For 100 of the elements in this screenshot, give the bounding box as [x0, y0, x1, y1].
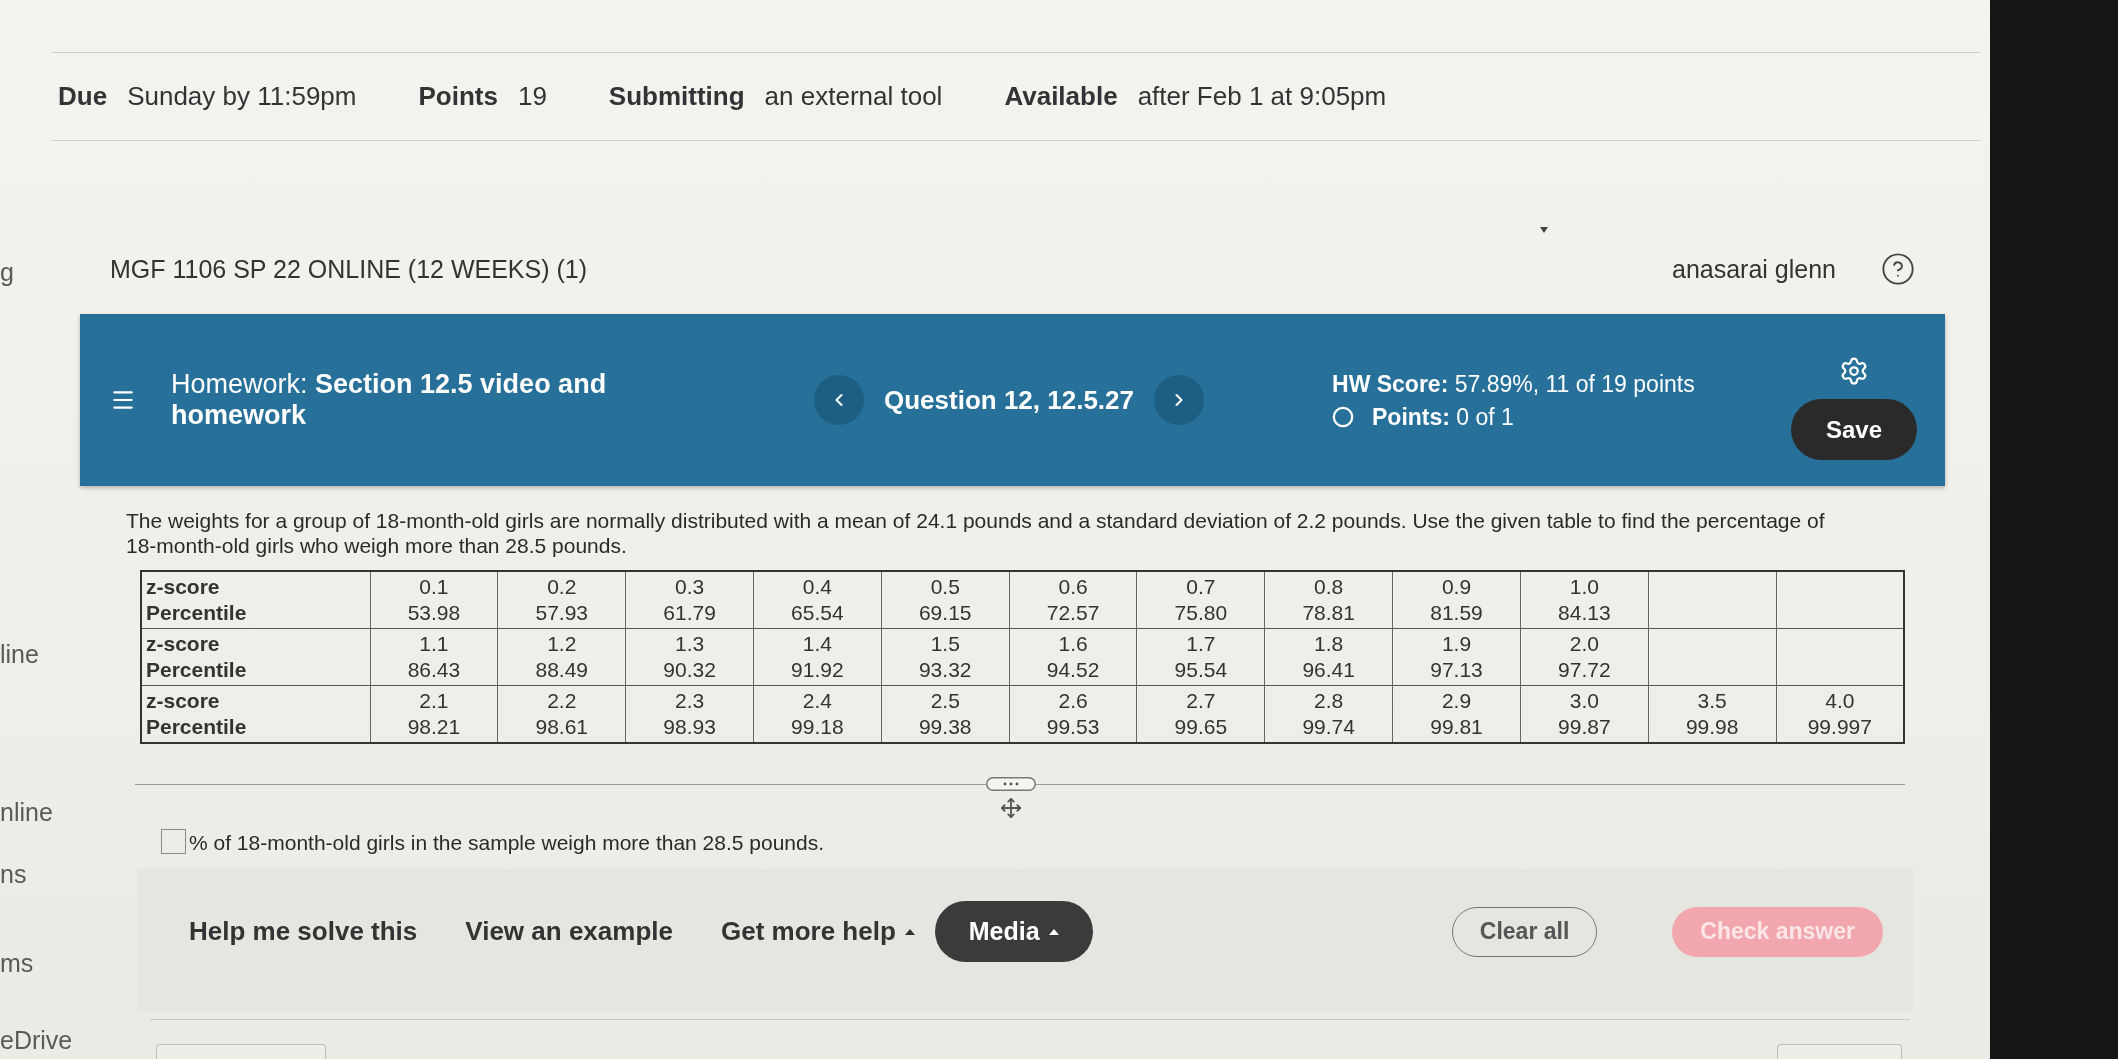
row-label: Percentile	[146, 657, 248, 683]
z-score-value: 2.8	[1313, 688, 1345, 714]
z-score-value: 0.2	[546, 574, 578, 600]
percentile-value: 99.997	[1806, 714, 1873, 740]
z-score-value: 1.9	[1440, 631, 1473, 657]
help-icon[interactable]	[1882, 253, 1914, 285]
percentile-value: 57.93	[534, 600, 589, 626]
row-label: z-score	[146, 574, 221, 600]
detail-value: after Feb 1 at 9:05pm	[1137, 81, 1387, 112]
sidebar-link[interactable]: ns	[0, 860, 80, 888]
z-score-value: 0.5	[929, 574, 961, 600]
percentile-value: 99.65	[1173, 714, 1229, 740]
percentile-value: 99.87	[1557, 714, 1612, 740]
percentile-value: 81.59	[1429, 600, 1484, 626]
percentile-value: 99.98	[1684, 714, 1740, 740]
dropdown-link[interactable]: Get more help	[720, 911, 915, 952]
percentile-value: 94.52	[1045, 657, 1101, 683]
save-button[interactable]: Save	[1791, 399, 1917, 460]
z-score-value: 4.0	[1824, 688, 1856, 714]
detail-label: Due	[58, 81, 108, 112]
z-score-value: 1.3	[673, 631, 706, 657]
z-score-value: 1.2	[546, 631, 578, 657]
course-title: MGF 1106 SP 22 ONLINE (12 WEEKS) (1)	[110, 254, 587, 284]
row-label: z-score	[146, 631, 221, 657]
z-score-value: 2.0	[1568, 631, 1600, 657]
z-score-value: 0.8	[1313, 574, 1345, 600]
percentile-value: 97.72	[1557, 657, 1612, 683]
percentile-value: 65.54	[790, 600, 845, 626]
z-score-value: 2.3	[673, 688, 706, 714]
sidebar-link[interactable]: eDrive	[0, 1026, 80, 1054]
percentile-value: 99.38	[917, 714, 973, 740]
sidebar-link[interactable]: nline	[0, 798, 80, 826]
question-label: Question 12, 12.5.27	[884, 384, 1134, 416]
z-score-value: 2.9	[1440, 688, 1473, 714]
z-score-value: 2.6	[1057, 688, 1089, 714]
question-text: The weights for a group of 18-month-old girls are normally distributed with a mean of 24.1 pounds and a standard deviation of 2.2 pounds. Use the given table to find the percentage of 18-month-old girls who weigh more than 28.5 pounds.	[126, 508, 1826, 558]
z-score-value: 0.1	[418, 574, 450, 600]
help-link[interactable]: Help me solve this	[189, 911, 418, 952]
percentile-value: 98.61	[534, 714, 589, 740]
detail-label: Points	[418, 81, 498, 112]
percentile-value: 95.54	[1173, 657, 1229, 683]
percentile-value: 69.15	[917, 600, 973, 626]
sidebar-link[interactable]: line	[0, 640, 80, 668]
z-score-value: 1.4	[801, 631, 833, 657]
row-label: Percentile	[146, 600, 248, 626]
status-circle-icon	[1332, 405, 1354, 428]
z-score-value: 1.1	[418, 631, 450, 657]
caret-down-icon	[1540, 227, 1548, 233]
move-icon[interactable]	[1000, 797, 1022, 819]
z-score-value: 1.0	[1568, 574, 1600, 600]
answer-text: % of 18-month-old girls in the sample weigh more than 28.5 pounds.	[189, 831, 825, 854]
percentile-value: 97.13	[1429, 657, 1484, 683]
detail-value: Sunday by 11:59pm	[127, 81, 357, 112]
percentile-value: 53.98	[406, 600, 462, 626]
z-score-value: 2.1	[418, 688, 450, 714]
percentile-value: 86.43	[406, 657, 462, 683]
help-link[interactable]: View an example	[465, 911, 673, 952]
user-name[interactable]: anasarai glenn	[1672, 254, 1836, 284]
homework-title: Homework: Section 12.5 video and homework	[171, 369, 608, 431]
percentile-value: 78.81	[1301, 600, 1356, 626]
settings-icon[interactable]	[1839, 356, 1869, 386]
percentile-value: 84.13	[1557, 600, 1612, 626]
z-score-value: 2.7	[1185, 688, 1217, 714]
hw-score-text: HW Score: 57.89%, 11 of 19 points	[1332, 370, 1695, 397]
answer-box[interactable]	[161, 829, 186, 854]
row-label: Percentile	[146, 714, 248, 740]
percentile-value: 75.80	[1173, 600, 1229, 626]
z-score-value: 0.7	[1185, 574, 1217, 600]
percentile-value: 99.81	[1429, 714, 1484, 740]
z-score-value: 0.4	[801, 574, 833, 600]
z-score-value: 3.5	[1696, 688, 1728, 714]
z-score-value: 2.2	[546, 688, 578, 714]
percentile-value: 99.74	[1301, 714, 1356, 740]
z-score-value: 2.5	[929, 688, 961, 714]
z-score-value: 0.3	[673, 574, 706, 600]
percentile-value: 98.93	[662, 714, 717, 740]
drag-handle-icon[interactable]	[986, 777, 1036, 791]
detail-value: an external tool	[764, 81, 943, 112]
dropdown-button[interactable]: Media	[934, 901, 1093, 962]
z-score-value: 1.8	[1313, 631, 1345, 657]
percentile-value: 72.57	[1045, 600, 1101, 626]
z-score-value: 1.6	[1057, 631, 1089, 657]
detail-label: Available	[1004, 81, 1118, 112]
percentile-value: 88.49	[534, 657, 589, 683]
z-score-value: 0.9	[1440, 574, 1473, 600]
z-score-value: 2.4	[801, 688, 833, 714]
percentile-value: 90.32	[662, 657, 717, 683]
z-score-value: 3.0	[1568, 688, 1600, 714]
points-text: Points: 0 of 1	[1372, 403, 1514, 430]
sidebar-link[interactable]: g	[0, 258, 80, 286]
z-score-value: 0.6	[1057, 574, 1089, 600]
z-score-value: 1.5	[929, 631, 961, 657]
percentile-value: 96.41	[1301, 657, 1356, 683]
detail-label: Submitting	[608, 81, 745, 112]
row-label: z-score	[146, 688, 221, 714]
percentile-value: 61.79	[662, 600, 717, 626]
z-score-value: 1.7	[1185, 631, 1217, 657]
sidebar-link[interactable]: ms	[0, 949, 80, 977]
detail-value: 19	[517, 81, 547, 112]
percentile-value: 99.18	[790, 714, 845, 740]
